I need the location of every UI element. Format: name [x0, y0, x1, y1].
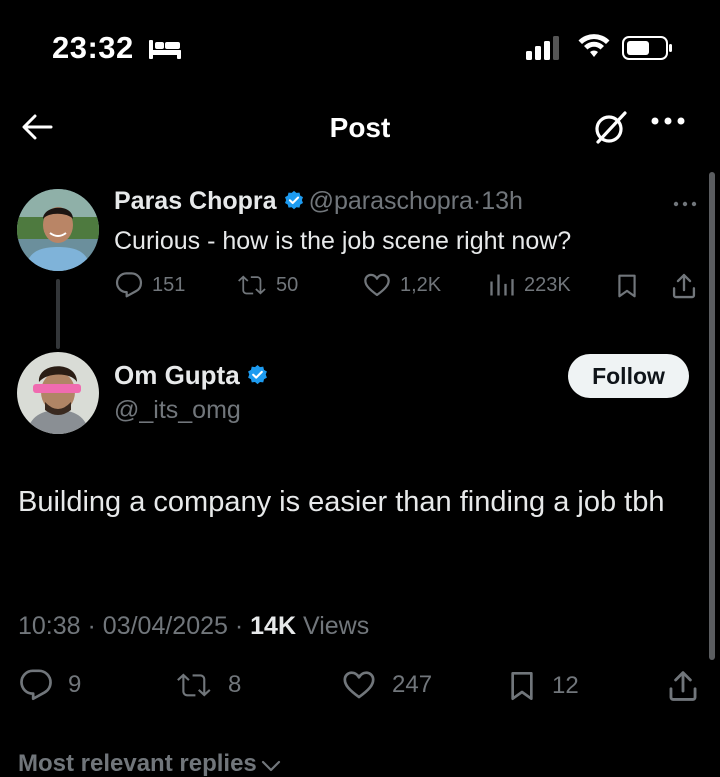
separator: · [472, 187, 482, 215]
more-icon[interactable] [650, 114, 686, 132]
thread-line [56, 279, 60, 349]
reply-count: 9 [68, 671, 82, 698]
reply-icon [20, 669, 52, 701]
share-button[interactable] [666, 668, 714, 704]
follow-button[interactable]: Follow [568, 354, 689, 398]
author-handle[interactable]: @_its_omg [114, 396, 241, 425]
repost-button[interactable]: 50 [236, 271, 298, 299]
reply-button[interactable]: 151 [114, 271, 185, 299]
like-button[interactable]: 247 [340, 668, 432, 702]
tweet-date: 03/04/2025 [102, 612, 228, 640]
heart-icon [364, 273, 390, 297]
heart-icon [343, 671, 375, 699]
author-name[interactable]: Paras Chopra [114, 187, 277, 215]
share-icon [672, 273, 696, 299]
replies-sort-dropdown[interactable]: Most relevant replies [18, 750, 281, 777]
views-count: 14K [250, 612, 297, 640]
parent-author-row: Paras Chopra @paraschopra·13h [114, 187, 523, 219]
verified-badge-icon [246, 363, 269, 394]
scrollbar[interactable] [709, 172, 715, 660]
parent-tweet[interactable]: Paras Chopra @paraschopra·13h Curious - h… [0, 175, 720, 349]
tweet-time: 13h [481, 187, 523, 215]
signal-icon [526, 36, 562, 65]
bookmark-button[interactable] [614, 271, 648, 301]
bookmark-icon [618, 274, 636, 298]
chevron-down-icon [261, 760, 280, 772]
battery-icon [622, 36, 674, 65]
repost-count: 8 [228, 671, 242, 698]
repost-icon [238, 275, 266, 295]
repost-button[interactable]: 8 [174, 668, 241, 702]
tweet-text: Curious - how is the job scene right now… [114, 227, 572, 255]
wifi-icon [578, 33, 610, 64]
reply-author-header: Om Gupta @_its_omg Follow [0, 350, 720, 440]
separator: · [234, 612, 244, 640]
reply-button[interactable]: 9 [18, 668, 81, 702]
like-button[interactable]: 1,2K [362, 271, 441, 299]
status-bar: 23:32 [0, 0, 720, 100]
views-label: Views [302, 612, 370, 640]
nav-bar: Post [0, 100, 720, 160]
tweet-time: 10:38 [18, 612, 81, 640]
tweet-actions: 9 8 247 12 [0, 668, 720, 716]
separator: · [87, 612, 96, 640]
avatar[interactable] [17, 189, 99, 271]
tweet-text: Building a company is easier than findin… [18, 486, 665, 518]
verified-badge-icon [283, 190, 305, 219]
reply-icon [115, 272, 143, 298]
bookmark-count: 12 [552, 672, 579, 699]
status-time: 23:32 [52, 30, 134, 65]
like-count: 1,2K [400, 273, 442, 296]
reply-author-row: Om Gupta [114, 360, 273, 394]
bed-icon [148, 38, 182, 65]
author-handle[interactable]: @paraschopra [309, 187, 473, 215]
views-button[interactable]: 223K [488, 271, 571, 299]
avatar[interactable] [17, 352, 99, 434]
tweet-meta: 10:38 · 03/04/2025 · 14K Views [18, 612, 369, 641]
author-name[interactable]: Om Gupta [114, 360, 240, 390]
like-count: 247 [392, 671, 433, 698]
grok-icon[interactable] [590, 108, 630, 153]
views-count: 223K [524, 273, 571, 296]
share-icon [669, 671, 697, 701]
repost-icon [177, 673, 211, 697]
bookmark-button[interactable]: 12 [506, 668, 579, 704]
replies-sort-label: Most relevant replies [18, 750, 257, 777]
bookmark-icon [511, 672, 533, 700]
share-button[interactable] [670, 271, 706, 301]
reply-count: 151 [152, 273, 186, 296]
tweet-more-icon[interactable] [672, 195, 698, 213]
repost-count: 50 [276, 273, 299, 296]
tweet-actions: 151 50 1,2K 223K [114, 271, 704, 305]
views-chart-icon [490, 274, 514, 296]
